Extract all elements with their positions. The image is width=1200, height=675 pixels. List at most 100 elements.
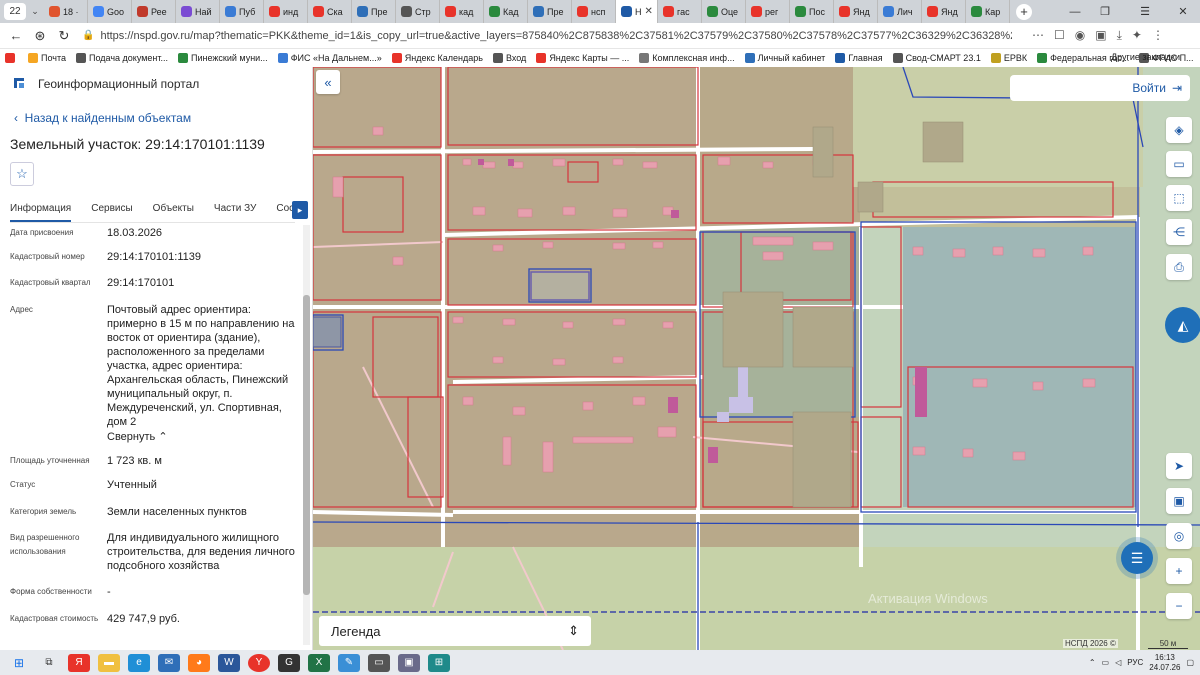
- more-icon[interactable]: ⋯: [1032, 28, 1044, 43]
- yandex-browser-icon[interactable]: Y: [248, 653, 270, 672]
- chat-button[interactable]: ☰: [1121, 542, 1153, 574]
- restore-icon[interactable]: ❐: [1090, 0, 1120, 23]
- browser-tab[interactable]: Лич: [878, 0, 922, 23]
- browser-tab[interactable]: Най: [176, 0, 220, 23]
- bookmark-item[interactable]: Яндекс Календарь: [387, 53, 488, 63]
- tray-arrow-icon[interactable]: ⌃: [1089, 658, 1096, 667]
- browser-tab[interactable]: Пре: [352, 0, 396, 23]
- photo-icon[interactable]: ▣: [398, 653, 420, 672]
- share-button[interactable]: ⋲: [1166, 219, 1192, 245]
- minimize-icon[interactable]: —: [1060, 0, 1090, 23]
- collapse-link[interactable]: Свернуть ⌃: [107, 430, 297, 444]
- notes-icon[interactable]: ✎: [338, 653, 360, 672]
- network-icon[interactable]: ▭: [1102, 658, 1110, 667]
- tab-list-chevron-icon[interactable]: ⌄: [26, 6, 44, 17]
- menu-dots-icon[interactable]: ⋮: [1152, 28, 1164, 43]
- browser-tab[interactable]: Стр: [396, 0, 440, 23]
- browser-tab[interactable]: Ска: [308, 0, 352, 23]
- navigate-button[interactable]: ➤: [1166, 453, 1192, 479]
- browser-tab[interactable]: Пуб: [220, 0, 264, 23]
- excel-icon[interactable]: X: [308, 653, 330, 672]
- grid-app-icon[interactable]: ⊞: [428, 653, 450, 672]
- back-arrow-icon[interactable]: ←: [4, 28, 28, 43]
- download-icon[interactable]: ⤓: [1117, 28, 1122, 43]
- bookmark-item[interactable]: Вход: [488, 53, 531, 63]
- tab-parcel-parts[interactable]: Части ЗУ: [214, 201, 256, 222]
- sidebar-scroll-thumb[interactable]: [303, 295, 310, 595]
- bookmark-item[interactable]: Пинежский муни...: [173, 53, 273, 63]
- browser-tab[interactable]: гас: [658, 0, 702, 23]
- map-canvas[interactable]: [313, 67, 1200, 650]
- new-tab-button[interactable]: +: [1016, 3, 1032, 20]
- cadastral-map[interactable]: « Войти ⇥ ◈ ▭ ⬚ ⋲ ⎙ ◭ ➤ ▣ ◎ + − ☰ Активац…: [313, 67, 1200, 650]
- start-icon[interactable]: ⊞: [8, 654, 30, 672]
- browser-tab[interactable]: Янд: [922, 0, 966, 23]
- close-window-icon[interactable]: ✕: [1168, 0, 1198, 23]
- print-button[interactable]: ⎙: [1166, 254, 1192, 280]
- zoom-in-button[interactable]: +: [1166, 558, 1192, 584]
- login-button[interactable]: Войти ⇥: [1010, 75, 1190, 101]
- browser-tab[interactable]: Кад: [484, 0, 528, 23]
- clock[interactable]: 16:13 24.07.26: [1149, 653, 1180, 673]
- assistant-badge[interactable]: ◭: [1165, 307, 1200, 343]
- reload-icon[interactable]: ↻: [52, 28, 76, 44]
- browser-tab[interactable]: Оце: [702, 0, 746, 23]
- layers-button[interactable]: ◈: [1166, 117, 1192, 143]
- firefox-icon[interactable]: ◕: [188, 653, 210, 672]
- collapse-sidebar-button[interactable]: «: [316, 70, 340, 94]
- url-field[interactable]: 🔒 https://nspd.gov.ru/map?thematic=PKK&t…: [82, 26, 1012, 46]
- bookmark-item[interactable]: Свод-СМАРТ 23.1: [888, 53, 986, 63]
- sidebar-scrollbar[interactable]: [303, 225, 310, 645]
- browser-tab[interactable]: Рее: [132, 0, 176, 23]
- bookmark-item[interactable]: Подача документ...: [71, 53, 173, 63]
- browser-tab[interactable]: 18 ·: [44, 0, 88, 23]
- bookmark-item[interactable]: [0, 53, 23, 63]
- browser-tab[interactable]: Пос: [790, 0, 834, 23]
- browser-tab[interactable]: Янд: [834, 0, 878, 23]
- browser-tab[interactable]: кад: [440, 0, 484, 23]
- tab-services[interactable]: Сервисы: [91, 201, 132, 222]
- legend-dropdown[interactable]: Легенда ⇕: [319, 616, 591, 646]
- word-icon[interactable]: W: [218, 653, 240, 672]
- tabs-scroll-right-icon[interactable]: ▸: [292, 201, 308, 219]
- ruler-button[interactable]: ▭: [1166, 151, 1192, 177]
- browser-tab[interactable]: инд: [264, 0, 308, 23]
- bookmark-icon[interactable]: ☐: [1054, 28, 1065, 43]
- task-view-icon[interactable]: ⧉: [38, 654, 60, 672]
- favorite-star-button[interactable]: ☆: [10, 162, 34, 186]
- locate-button[interactable]: ◎: [1166, 523, 1192, 549]
- browser-tab[interactable]: Кар: [966, 0, 1010, 23]
- tab-counter[interactable]: 22: [4, 3, 26, 20]
- bookmark-item[interactable]: Комплексная инф...: [634, 53, 739, 63]
- tab-information[interactable]: Информация: [10, 201, 72, 222]
- other-bookmarks-link[interactable]: Другие закладки: [1111, 52, 1180, 62]
- explorer-icon[interactable]: ▬: [98, 653, 120, 672]
- browser-tab[interactable]: Пре: [528, 0, 572, 23]
- browser-tab[interactable]: рег: [746, 0, 790, 23]
- bookmark-item[interactable]: ЕРВК: [986, 53, 1032, 63]
- edge-icon[interactable]: e: [128, 653, 150, 672]
- yandex-shield-icon[interactable]: ⊛: [28, 28, 52, 44]
- select-area-button[interactable]: ⬚: [1166, 185, 1192, 211]
- puzzle-icon[interactable]: ✦: [1132, 28, 1142, 43]
- window-menu-icon[interactable]: ☰: [1130, 0, 1160, 23]
- app-icon[interactable]: G: [278, 653, 300, 672]
- browser-tab[interactable]: Н ✕: [616, 0, 658, 23]
- profile-icon[interactable]: ◉: [1075, 28, 1085, 43]
- terminal-icon[interactable]: ▭: [368, 653, 390, 672]
- back-to-results-link[interactable]: ‹ Назад к найденным объектам: [14, 111, 191, 125]
- yandex-icon[interactable]: Я: [68, 653, 90, 672]
- volume-icon[interactable]: ◁: [1115, 658, 1121, 667]
- bookmark-item[interactable]: Личный кабинет: [740, 53, 831, 63]
- mail-icon[interactable]: ✉: [158, 653, 180, 672]
- browser-tab[interactable]: нсп: [572, 0, 616, 23]
- zoom-out-button[interactable]: −: [1166, 593, 1192, 619]
- tab-objects[interactable]: Объекты: [153, 201, 194, 222]
- bookmark-item[interactable]: Главная: [830, 53, 887, 63]
- bookmark-item[interactable]: Яндекс Карты — ...: [531, 53, 634, 63]
- browser-tab[interactable]: Goo: [88, 0, 132, 23]
- bookmark-item[interactable]: Почта: [23, 53, 71, 63]
- close-tab-icon[interactable]: ✕: [645, 6, 653, 17]
- basemap-button[interactable]: ▣: [1166, 488, 1192, 514]
- selected-parcel[interactable]: [530, 271, 590, 301]
